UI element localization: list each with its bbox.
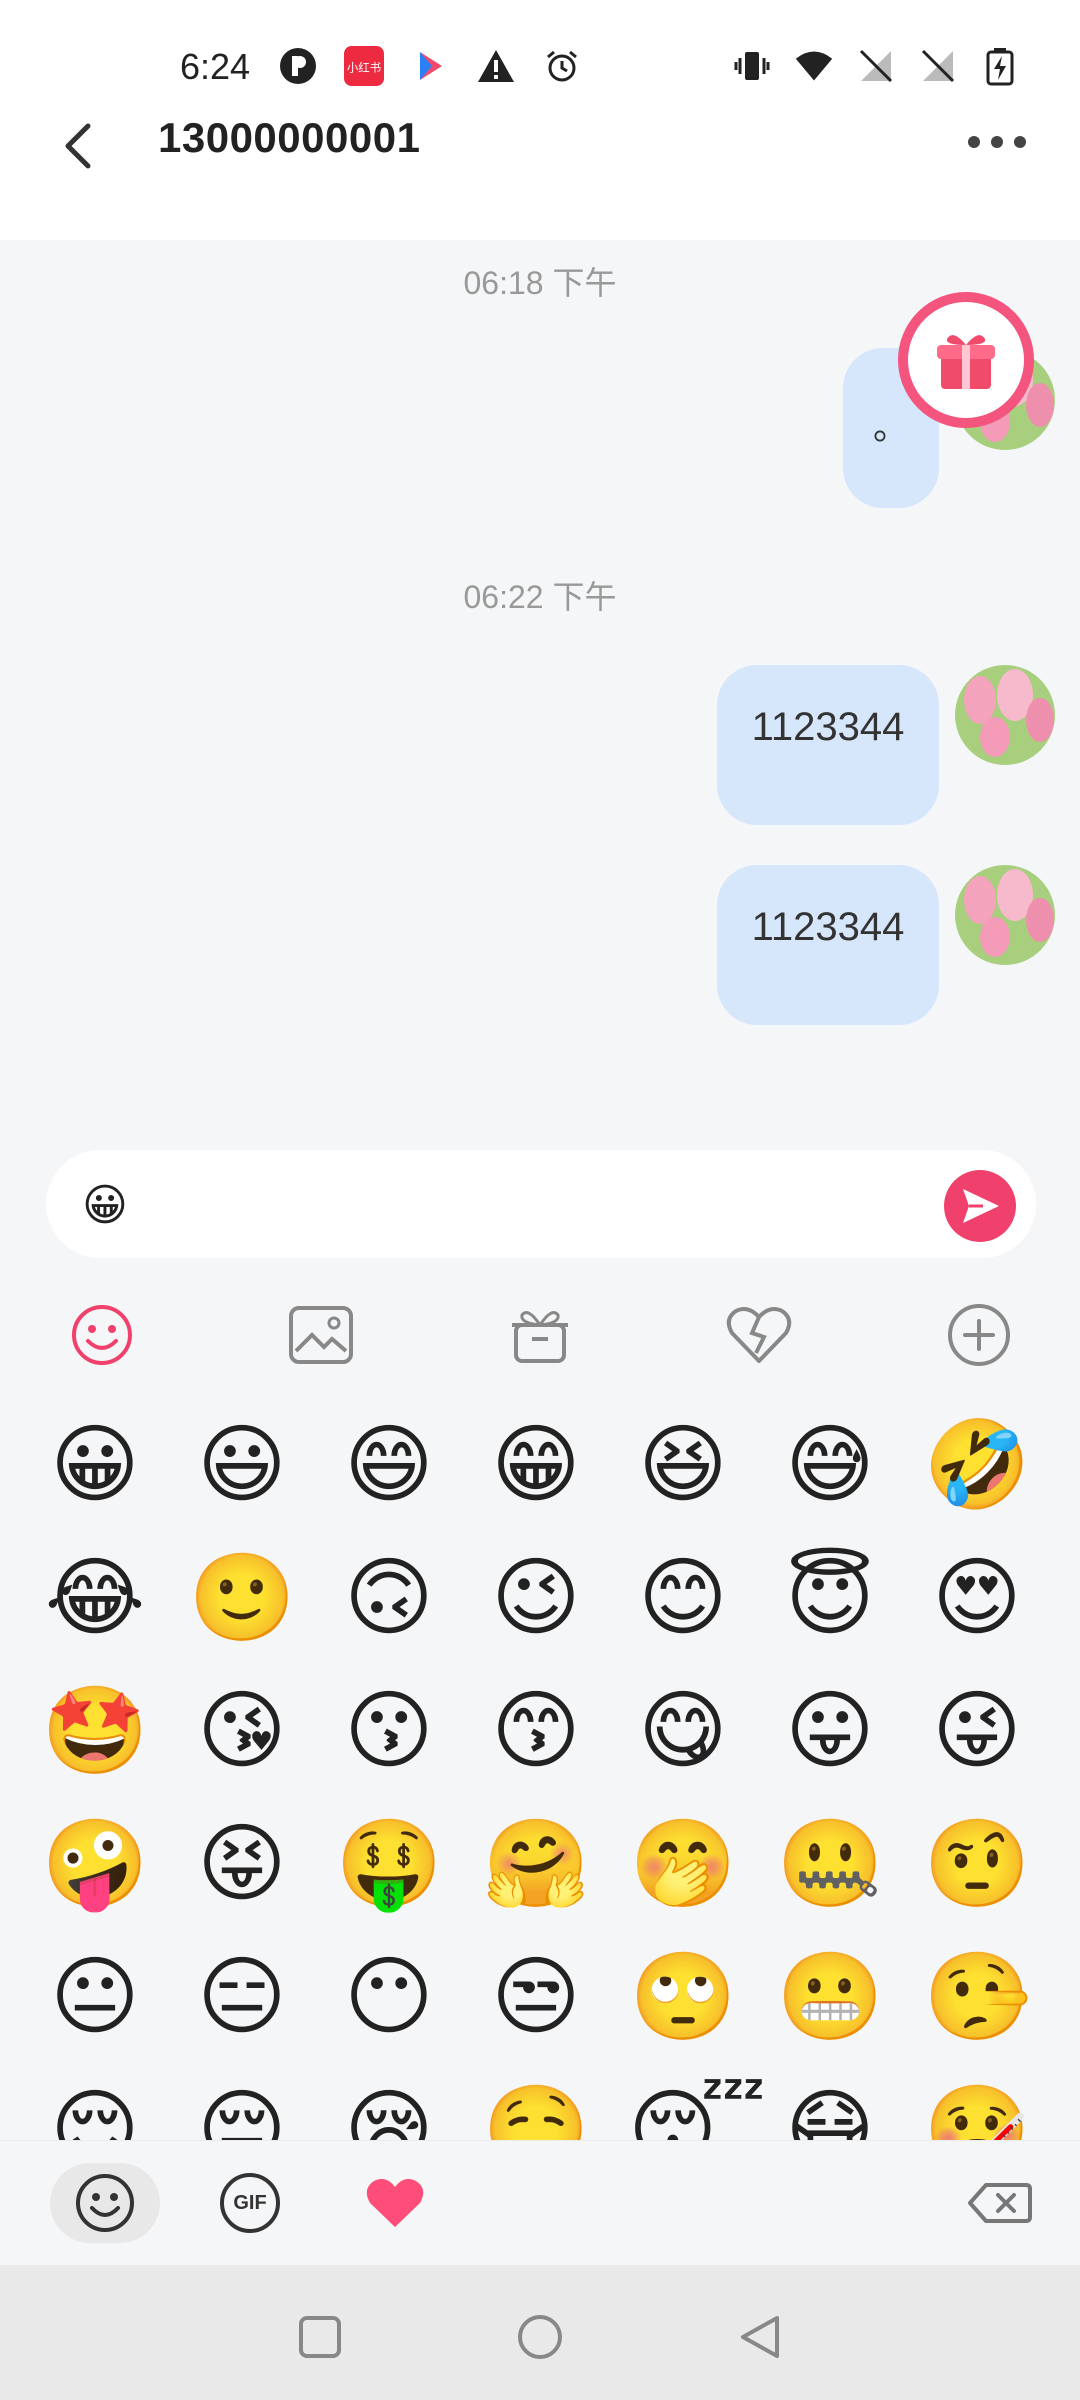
no-signal-icon-2 (918, 46, 958, 86)
emoji-item[interactable]: 😪 (334, 2075, 444, 2140)
emoji-item[interactable]: 😇 (775, 1543, 885, 1653)
gif-button[interactable]: GIF (195, 2163, 305, 2243)
broken-heart-icon[interactable] (724, 1300, 794, 1370)
message-timestamp: 06:22 下午 (463, 579, 617, 615)
input-toolbar (0, 1300, 1080, 1390)
emoji-item[interactable]: 🤑 (334, 1809, 444, 1919)
emoji-item[interactable]: 😊 (628, 1543, 738, 1653)
battery-charging-icon (980, 46, 1020, 86)
chat-area[interactable]: 06:18 下午 。 06:22 下午 1123344 1123344 (0, 240, 1080, 1140)
emoji-item[interactable]: 🤪 (40, 1809, 150, 1919)
emoji-item[interactable]: 🤐 (775, 1809, 885, 1919)
warning-icon (476, 46, 516, 86)
vibrate-icon (732, 46, 772, 86)
emoji-item[interactable]: 😁 (481, 1410, 591, 1520)
back-arrow-icon[interactable] (50, 110, 120, 180)
message-text: 1123344 (751, 905, 905, 949)
input-text[interactable]: 😀 (82, 1180, 128, 1231)
no-signal-icon (856, 46, 896, 86)
emoji-item[interactable]: 😃 (187, 1410, 297, 1520)
emoji-item[interactable]: 😂 (40, 1543, 150, 1653)
emoji-item[interactable]: 😆 (628, 1410, 738, 1520)
message-bubble[interactable]: 1123344 (717, 865, 939, 1025)
emoji-item[interactable]: 😄 (334, 1410, 444, 1520)
system-nav-bar (0, 2265, 1080, 2400)
emoji-item[interactable]: 🤨 (922, 1809, 1032, 1919)
send-button[interactable] (944, 1170, 1016, 1242)
emoji-item[interactable]: 😉 (481, 1543, 591, 1653)
alarm-icon (542, 46, 582, 86)
app-bar: 13000000001 (0, 100, 1080, 240)
svg-text:小红书: 小红书 (347, 61, 381, 75)
emoji-item[interactable]: 🙂 (187, 1543, 297, 1653)
emoji-item[interactable]: 😴 (628, 2075, 766, 2140)
backspace-icon[interactable] (945, 2163, 1055, 2243)
avatar[interactable] (955, 665, 1055, 765)
more-options-icon[interactable] (962, 122, 1032, 162)
recents-icon[interactable] (290, 2307, 350, 2367)
gift-button[interactable] (898, 292, 1034, 428)
emoji-item[interactable]: 😋 (628, 1676, 738, 1786)
home-icon[interactable] (510, 2307, 570, 2367)
message-input[interactable]: 😀 (46, 1150, 1036, 1258)
message-timestamp: 06:18 下午 (463, 265, 617, 301)
image-icon[interactable] (286, 1300, 356, 1370)
emoji-item[interactable]: 🤣 (922, 1410, 1032, 1520)
emoji-item[interactable]: 😘 (187, 1676, 297, 1786)
gif-label: GIF (220, 2173, 280, 2233)
emoji-item[interactable]: 😜 (922, 1676, 1032, 1786)
app-p-icon (278, 46, 318, 86)
emoji-item[interactable]: 🙃 (334, 1543, 444, 1653)
emoji-item[interactable]: 🤭 (628, 1809, 738, 1919)
emoji-item[interactable]: 😶 (334, 1942, 444, 2052)
emoji-item[interactable]: 🤩 (40, 1676, 150, 1786)
emoji-item[interactable]: 🤥 (922, 1942, 1032, 2052)
emoji-tab-icon[interactable] (67, 1300, 137, 1370)
emoji-item[interactable]: 😗 (334, 1676, 444, 1786)
message-text: 。 (872, 406, 909, 447)
emoji-item[interactable]: 🤒 (922, 2075, 1032, 2140)
wifi-icon (794, 46, 834, 86)
video-app-icon (410, 46, 450, 86)
emoji-item[interactable]: 😑 (187, 1942, 297, 2052)
contact-title: 13000000001 (158, 114, 421, 161)
status-time: 6:24 (180, 46, 251, 87)
message-text: 1123344 (751, 705, 905, 749)
back-nav-icon[interactable] (730, 2307, 790, 2367)
emoji-panel-tabs: GIF (0, 2140, 1080, 2265)
gift-icon[interactable] (505, 1300, 575, 1370)
add-icon[interactable] (944, 1300, 1014, 1370)
emoji-item[interactable]: 😒 (481, 1942, 591, 2052)
xiaohongshu-icon: 小红书 (344, 46, 384, 86)
emoji-item[interactable]: 😅 (775, 1410, 885, 1520)
avatar[interactable] (955, 865, 1055, 965)
emoji-item[interactable]: 😝 (187, 1809, 297, 1919)
message-bubble[interactable]: 1123344 (717, 665, 939, 825)
emoji-item[interactable]: 😛 (775, 1676, 885, 1786)
emoji-item[interactable]: 😙 (481, 1676, 591, 1786)
emoji-item[interactable]: 😬 (775, 1942, 885, 2052)
emoji-item[interactable]: 🙄 (628, 1942, 738, 2052)
emoji-item[interactable]: 😍 (922, 1543, 1032, 1653)
emoji-item[interactable]: 😐 (40, 1942, 150, 2052)
emoji-category-button[interactable] (50, 2163, 160, 2243)
heart-sticker-button[interactable] (340, 2163, 450, 2243)
emoji-grid[interactable]: 😀 😃 😄 😁 😆 😅 🤣 😂 🙂 🙃 😉 😊 😇 😍 🤩 😘 😗 😙 😋 😛 😜 🤪 😝 🤑 🤗 🤭 🤐 🤨 😐 😑 😶 😒 🙄 😬 🤥 😌 😔 😪 🤤 😴… (0, 1410, 1080, 2140)
emoji-item[interactable]: 🤤 (481, 2075, 591, 2140)
emoji-item[interactable]: 😔 (187, 2075, 297, 2140)
emoji-item[interactable]: 😀 (40, 1410, 150, 1520)
emoji-item[interactable]: 😷 (775, 2075, 885, 2140)
emoji-item[interactable]: 😌 (40, 2075, 150, 2140)
emoji-item[interactable]: 🤗 (481, 1809, 591, 1919)
